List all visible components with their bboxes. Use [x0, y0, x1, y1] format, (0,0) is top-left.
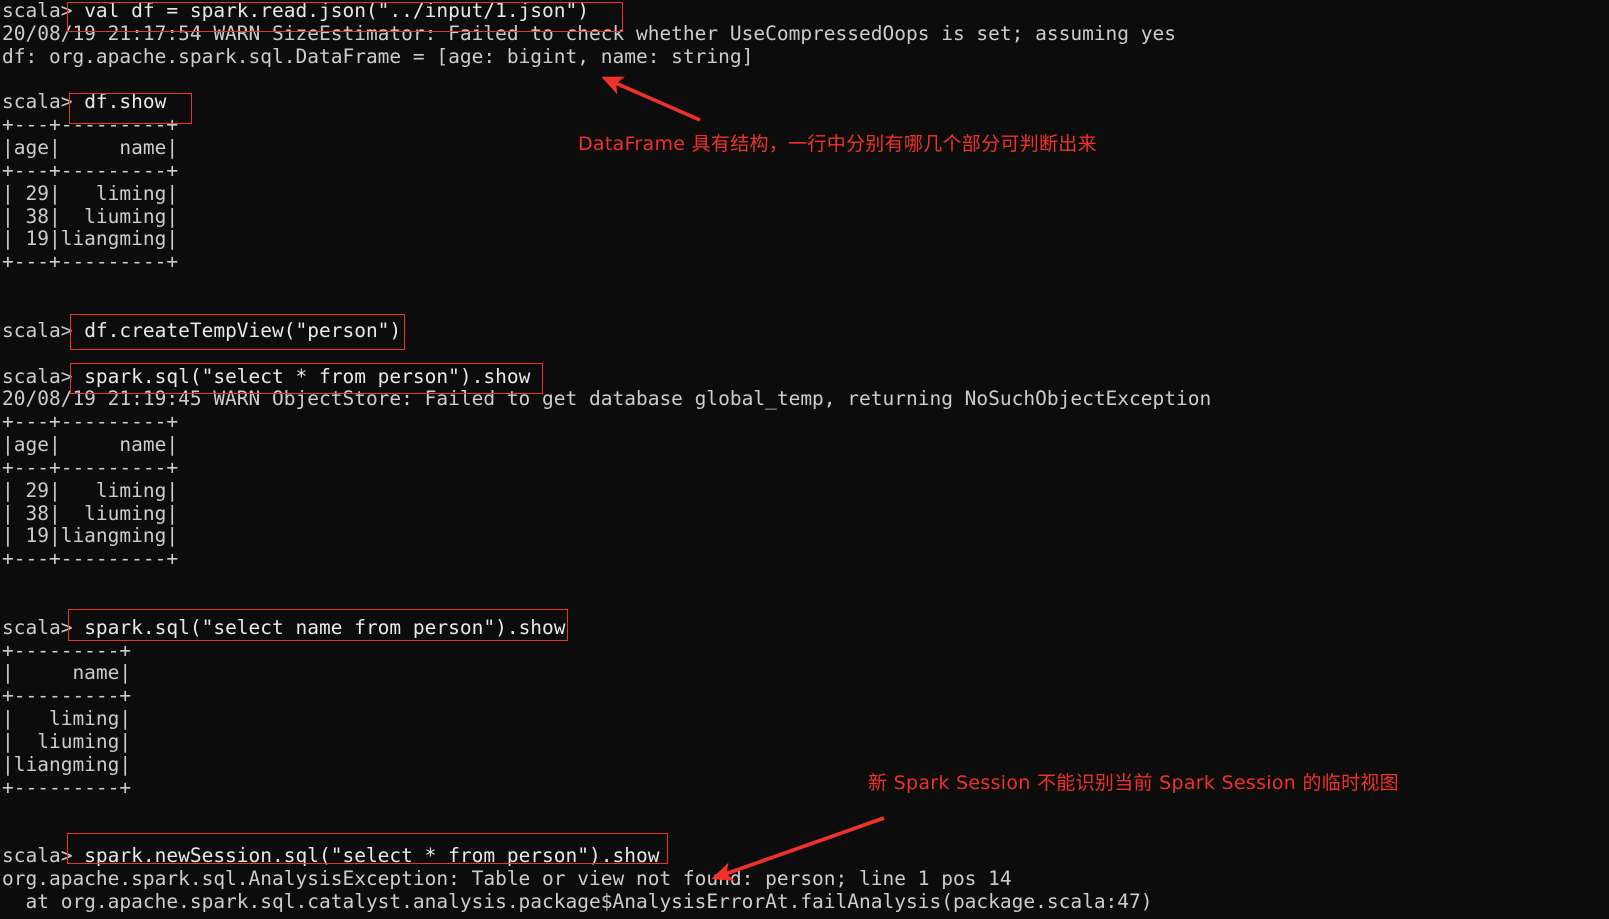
- terminal-command-line: scala> spark.sql("select * from person")…: [0, 364, 1609, 389]
- terminal-output-line: +---+---------+: [2, 455, 179, 479]
- shell-prompt: scala>: [2, 844, 85, 868]
- terminal-output-line: | 29| liming|: [2, 181, 179, 205]
- terminal-output-line: +---+---------+: [2, 547, 179, 571]
- terminal-output-line: 20/08/19 21:17:54 WARN SizeEstimator: Fa…: [2, 21, 1176, 45]
- terminal-output-line: | liming|: [2, 707, 132, 731]
- terminal-output-line: org.apache.spark.sql.AnalysisException: …: [2, 867, 1012, 891]
- annotation-dataframe-structure: DataFrame 具有结构，一行中分别有哪几个部分可判断出来: [578, 133, 1097, 155]
- shell-prompt: scala>: [2, 0, 85, 22]
- shell-prompt: scala>: [2, 364, 85, 388]
- terminal-output-line: +---+---------+: [2, 410, 179, 434]
- terminal-output-line: | name|: [2, 661, 132, 685]
- shell-command-text: df.show: [84, 90, 167, 114]
- terminal-output-line: | 19|liangming|: [2, 227, 179, 251]
- shell-prompt: scala>: [2, 615, 85, 639]
- terminal-output-line: +---------+: [2, 684, 132, 708]
- terminal-output-line: at org.apache.spark.sql.catalyst.analysi…: [2, 889, 1153, 913]
- shell-command-text: spark.newSession.sql("select * from pers…: [84, 844, 660, 868]
- terminal-command-line: scala> df.show: [0, 90, 1609, 114]
- annotation-new-session-temp-view: 新 Spark Session 不能识别当前 Spark Session 的临时…: [868, 772, 1399, 794]
- terminal-command-line: scala> spark.sql("select name from perso…: [0, 615, 1609, 640]
- terminal-output-line: 20/08/19 21:19:45 WARN ObjectStore: Fail…: [2, 387, 1212, 411]
- terminal-output-line: |age| name|: [2, 433, 179, 457]
- shell-prompt: scala>: [2, 90, 85, 114]
- shell-command-text: spark.sql("select name from person").sho…: [84, 615, 566, 639]
- terminal-window: scala> val df = spark.read.json("../inpu…: [0, 0, 1609, 919]
- shell-command-text: spark.sql("select * from person").show: [84, 364, 531, 388]
- terminal-output-line: +---------+: [2, 638, 132, 662]
- terminal-output-line: | liuming|: [2, 730, 132, 753]
- terminal-output-line: | 29| liming|: [2, 478, 179, 502]
- terminal-command-line: scala> spark.newSession.sql("select * fr…: [0, 844, 1609, 868]
- terminal-command-line: scala> val df = spark.read.json("../inpu…: [0, 0, 1609, 23]
- terminal-output-line: | 38| liuming|: [2, 204, 179, 228]
- terminal-output-line: | 38| liuming|: [2, 501, 179, 525]
- terminal-output-line: df: org.apache.spark.sql.DataFrame = [ag…: [2, 44, 754, 68]
- terminal-command-line: scala> df.createTempView("person"): [0, 318, 1609, 343]
- shell-command-text: df.createTempView("person"): [84, 318, 402, 342]
- shell-prompt: scala>: [2, 318, 85, 342]
- terminal-output-line: +---+---------+: [2, 250, 179, 274]
- terminal-output-line: | 19|liangming|: [2, 524, 179, 548]
- shell-command-text: val df = spark.read.json("../input/1.jso…: [84, 0, 590, 22]
- terminal-output-line: +---+---------+: [2, 158, 179, 182]
